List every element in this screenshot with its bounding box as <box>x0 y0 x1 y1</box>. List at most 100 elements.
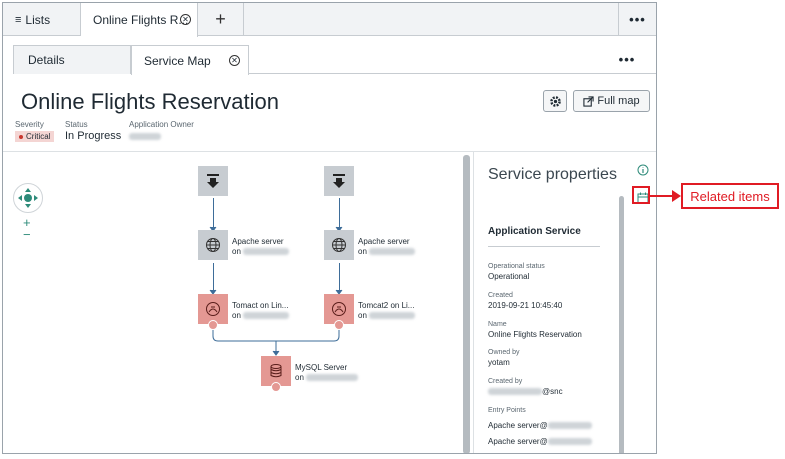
settings-button[interactable] <box>543 90 567 112</box>
section-divider <box>488 246 600 247</box>
map-scrollbar[interactable] <box>463 155 470 453</box>
subtab-menu-button[interactable]: ••• <box>608 45 646 73</box>
related-items-callout: Related items <box>681 183 779 209</box>
top-menu-button[interactable]: ••• <box>618 3 656 36</box>
node-name: Apache server <box>358 237 410 246</box>
entry-point-text: Apache server@ <box>488 421 548 430</box>
close-icon[interactable]: ✕ <box>229 55 240 66</box>
owner-field: Application Owner <box>129 120 194 141</box>
pan-arrows-icon <box>18 188 38 208</box>
tab-details[interactable]: Details <box>13 45 131 74</box>
apache-server-node[interactable] <box>198 230 228 260</box>
callout-label: Related items <box>690 188 770 204</box>
critical-dot-icon <box>19 134 23 139</box>
field-label: Operational status <box>488 263 545 270</box>
globe-icon <box>332 238 346 252</box>
field-label: Created by <box>488 378 523 385</box>
top-tab-bar: ≡ Lists Online Flights R... ✕ + ••• <box>3 3 656 37</box>
download-arrow-icon <box>333 174 345 188</box>
node-name: Apache server <box>232 237 284 246</box>
entry-redacted <box>547 422 592 430</box>
add-tab-label: + <box>215 9 226 29</box>
node-name: Tomact on Lin... <box>232 301 289 310</box>
entry-point-item[interactable]: Apache server@ <box>488 437 592 446</box>
arrow-head <box>272 350 280 356</box>
connector-merge <box>212 324 340 342</box>
host-redacted <box>306 374 359 382</box>
callout-arrow <box>650 195 674 197</box>
zoom-out-label: − <box>23 227 31 242</box>
gear-icon <box>549 95 561 107</box>
status-label: Status <box>65 120 88 129</box>
map-pan-control[interactable] <box>13 183 43 213</box>
entry-point-item[interactable]: Apache server@ <box>488 421 592 430</box>
field-value-wrap: @snc <box>488 387 563 396</box>
alert-indicator-icon <box>334 320 344 330</box>
external-link-icon <box>583 95 595 107</box>
alert-indicator-icon <box>271 382 281 392</box>
panel-scrollbar[interactable] <box>619 196 624 453</box>
section-title: Application Service <box>488 226 581 237</box>
tab-service-map[interactable]: Service Map ✕ <box>131 45 249 75</box>
full-map-button[interactable]: Full map <box>573 90 650 112</box>
field-value: yotam <box>488 358 510 367</box>
tab-lists-label: Lists <box>25 12 51 27</box>
database-icon <box>270 364 282 378</box>
top-menu-dots: ••• <box>629 12 646 27</box>
entry-point-node[interactable] <box>198 166 228 196</box>
related-items-highlight <box>632 186 650 204</box>
node-host-prefix: on <box>295 373 304 382</box>
zoom-out-button[interactable]: − <box>23 227 31 242</box>
node-label: Tomact on Lin... on <box>232 301 290 321</box>
field-label: Entry Points <box>488 407 526 414</box>
record-tab-bar: Details Service Map ✕ ••• <box>13 45 656 75</box>
field-name: Name Online Flights Reservation <box>488 321 582 339</box>
field-owned-by: Owned by yotam <box>488 349 520 367</box>
server-globe-icon <box>332 302 346 316</box>
node-host-prefix: on <box>232 247 241 256</box>
field-value: Online Flights Reservation <box>488 330 582 339</box>
owner-value-redacted <box>129 133 161 141</box>
tab-lists[interactable]: ≡ Lists <box>3 3 81 36</box>
node-label: MySQL Server on <box>295 363 359 383</box>
field-value: Operational <box>488 272 530 281</box>
node-host-prefix: on <box>232 311 241 320</box>
field-entry-points: Entry Points Apache server@ Apache serve… <box>488 407 592 446</box>
tab-online-flights-label: Online Flights R... <box>93 13 189 27</box>
tab-online-flights[interactable]: Online Flights R... ✕ <box>81 3 198 37</box>
field-created-by: Created by @snc <box>488 378 563 396</box>
globe-icon <box>206 238 220 252</box>
apache-server-node[interactable] <box>324 230 354 260</box>
host-redacted <box>243 312 290 320</box>
add-tab-button[interactable]: + <box>198 3 244 36</box>
node-name: MySQL Server <box>295 363 348 372</box>
server-globe-icon <box>206 302 220 316</box>
severity-field: Severity Critical <box>15 120 55 142</box>
node-label: Apache server on <box>358 237 416 257</box>
tab-details-label: Details <box>28 53 65 67</box>
severity-value: Critical <box>26 132 51 141</box>
severity-label: Severity <box>15 120 44 129</box>
field-value: @snc <box>542 387 563 396</box>
download-arrow-icon <box>207 174 219 188</box>
entry-point-node[interactable] <box>324 166 354 196</box>
field-label: Owned by <box>488 349 520 356</box>
node-label: Apache server on <box>232 237 290 257</box>
status-value: In Progress <box>65 130 122 142</box>
service-map-canvas[interactable]: Apache server on Apache server on Tomact… <box>3 152 461 453</box>
host-redacted <box>243 248 290 256</box>
severity-badge: Critical <box>15 131 55 142</box>
callout-arrow-head <box>672 190 681 202</box>
owner-label: Application Owner <box>129 120 194 129</box>
tab-service-map-label: Service Map <box>144 53 211 68</box>
entry-redacted <box>547 438 592 446</box>
panel-title: Service properties <box>488 166 617 183</box>
info-icon[interactable] <box>637 164 649 176</box>
node-name: Tomcat2 on Li... <box>358 301 415 310</box>
field-operational-status: Operational status Operational <box>488 263 545 281</box>
close-icon[interactable]: ✕ <box>180 14 191 25</box>
subtab-menu-dots: ••• <box>618 51 636 67</box>
field-label: Created <box>488 292 513 299</box>
host-redacted <box>369 312 416 320</box>
field-value: 2019-09-21 10:45:40 <box>488 301 563 310</box>
